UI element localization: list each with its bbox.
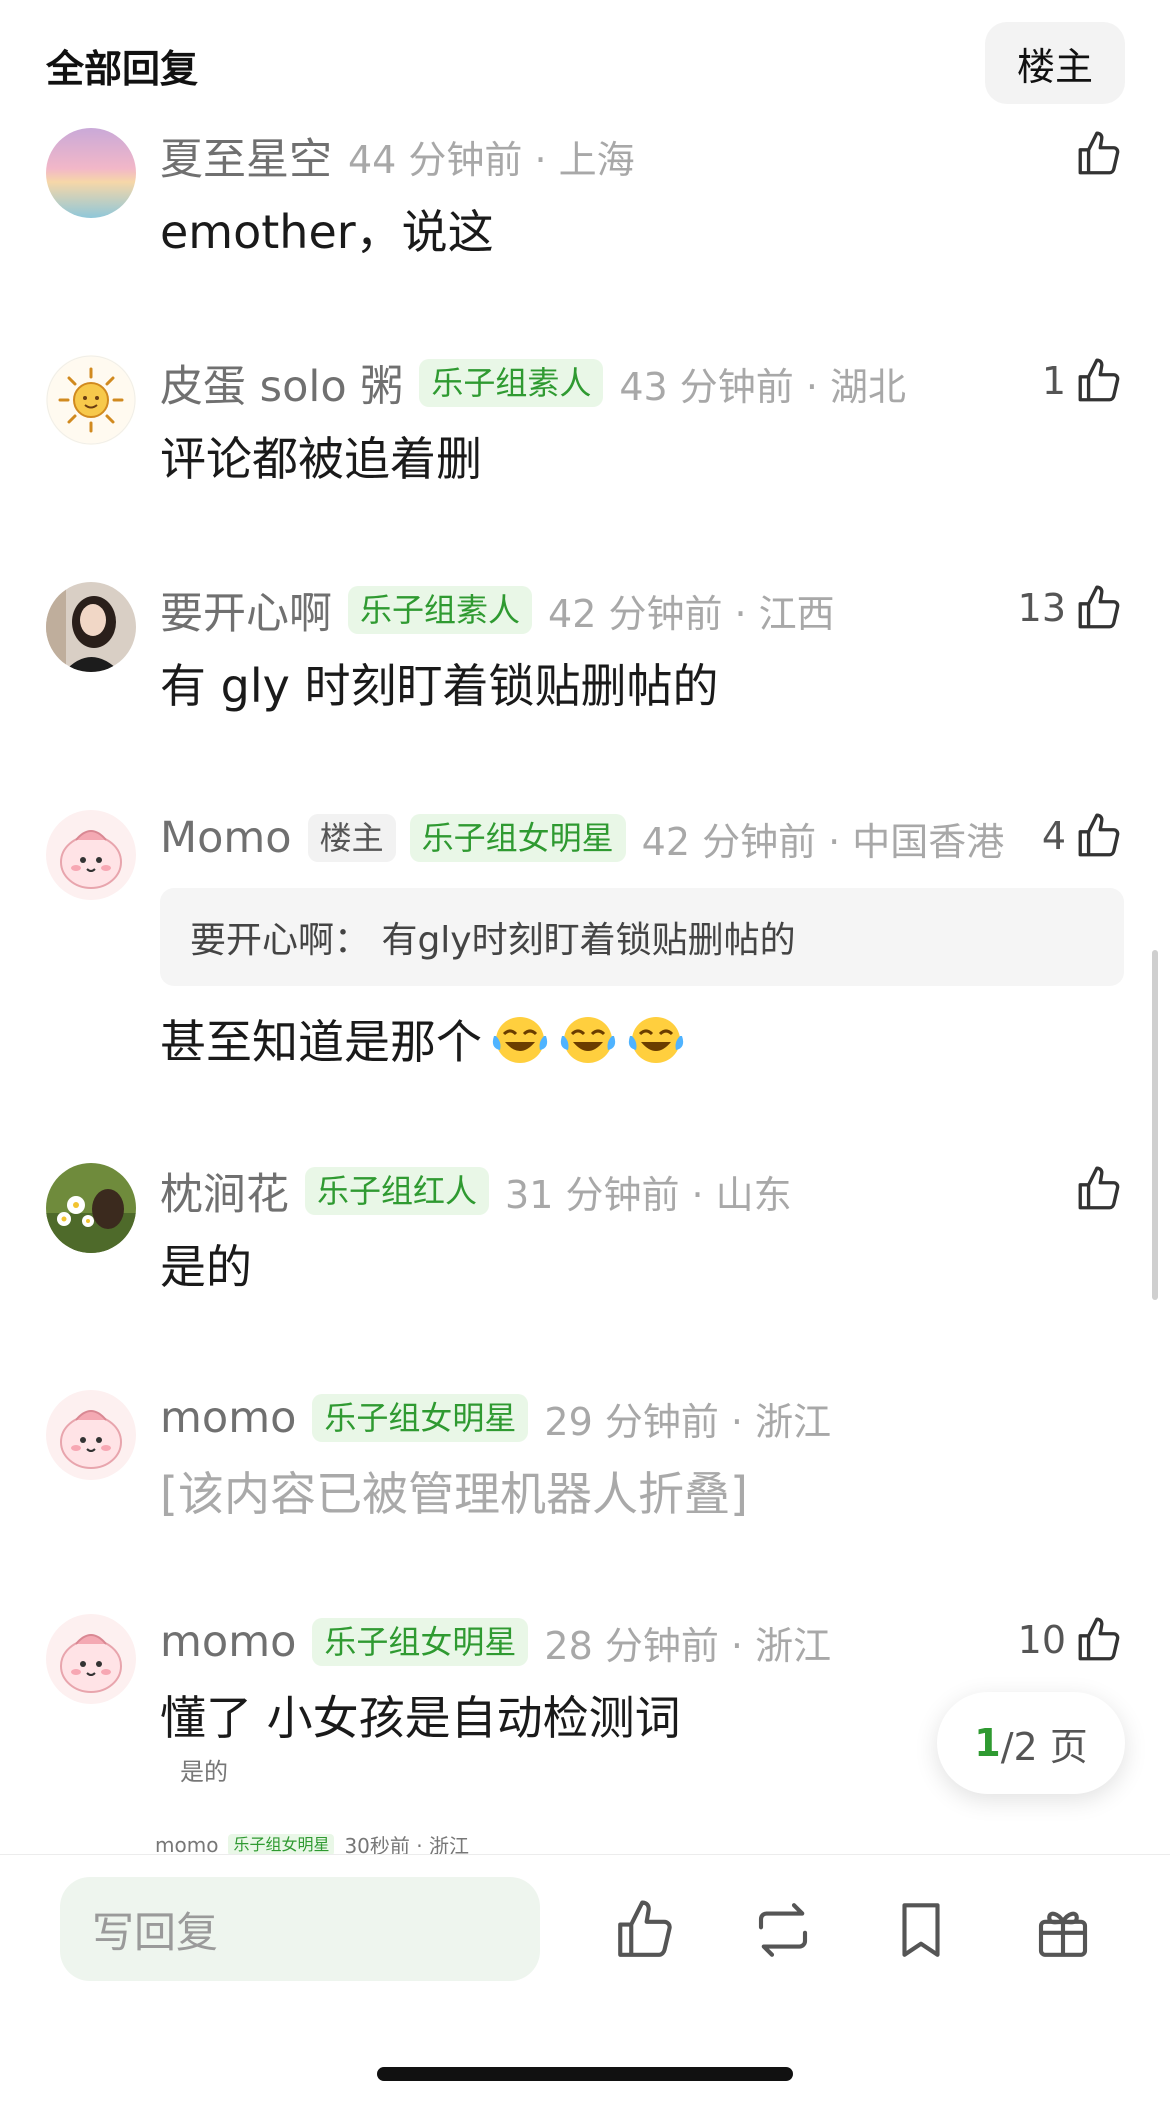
like-count: 10 — [1017, 1618, 1066, 1662]
op-only-filter-button[interactable]: 楼主 — [985, 22, 1125, 104]
laughing-tears-emoji-icon — [628, 1017, 684, 1063]
overlay-peek-text: 是的 — [180, 1758, 228, 1786]
group-badge: 乐子组素人 — [419, 359, 604, 407]
repost-icon[interactable] — [750, 1897, 816, 1963]
comment-text: 甚至知道是那个 — [160, 1006, 686, 1072]
thumbs-up-icon — [1078, 1617, 1120, 1661]
reply-input[interactable]: 写回复 — [60, 1877, 540, 1981]
thumbs-up-icon — [1078, 131, 1120, 175]
comment-text-content: 甚至知道是那个 — [160, 1015, 482, 1069]
avatar[interactable] — [46, 1163, 136, 1253]
gift-icon[interactable] — [1030, 1897, 1096, 1963]
username[interactable]: 枕涧花 — [160, 1160, 289, 1222]
bottom-action-bar: 写回复 — [0, 1854, 1170, 2103]
header: 全部回复 楼主 — [0, 0, 1170, 110]
avatar[interactable] — [46, 582, 136, 672]
avatar[interactable] — [46, 1390, 136, 1480]
avatar[interactable] — [46, 810, 136, 900]
bookmark-icon[interactable] — [888, 1897, 954, 1963]
avatar[interactable] — [46, 1614, 136, 1704]
group-badge: 乐子组女明星 — [312, 1394, 529, 1442]
total-pages-label: /2 页 — [1000, 1724, 1088, 1769]
laughing-tears-emoji-icon — [560, 1017, 616, 1063]
comment-text: emother，说这 — [160, 205, 494, 259]
username[interactable]: 夏至星空 — [160, 125, 332, 187]
like-button[interactable] — [1066, 1159, 1124, 1219]
avatar[interactable] — [46, 128, 136, 218]
avatar[interactable] — [46, 355, 136, 445]
laughing-tears-emoji-icon — [492, 1017, 548, 1063]
page-title: 全部回复 — [46, 47, 199, 91]
home-indicator[interactable] — [377, 2067, 793, 2081]
timestamp-location: 42 分钟前 · 中国香港 — [641, 819, 1005, 864]
timestamp-location: 29 分钟前 · 浙江 — [544, 1399, 832, 1444]
timestamp-location: 42 分钟前 · 江西 — [548, 591, 835, 636]
comment-text: 有 gly 时刻盯着锁贴删帖的 — [160, 659, 719, 713]
like-count: 4 — [1041, 814, 1066, 858]
folded-comment-text[interactable]: [该内容已被管理机器人折叠] — [160, 1458, 748, 1524]
peek-badge: 乐子组女明星 — [228, 1833, 335, 1856]
group-badge: 乐子组素人 — [348, 586, 533, 634]
username[interactable]: Momo — [160, 813, 292, 863]
thumbs-up-icon — [1078, 358, 1120, 402]
peek-username: momo — [155, 1832, 219, 1857]
quoted-reply[interactable]: 要开心啊： 有gly时刻盯着锁贴删帖的 — [160, 888, 1124, 986]
like-button[interactable]: 13 — [1018, 578, 1124, 638]
timestamp-location: 31 分钟前 · 山东 — [505, 1172, 792, 1217]
comment-text: 评论都被追着删 — [160, 432, 482, 486]
like-button[interactable]: 1 — [1042, 351, 1124, 411]
comment-text: 懂了 小女孩是自动检测词 — [160, 1691, 681, 1745]
group-badge: 乐子组红人 — [305, 1167, 490, 1215]
comment-text: 是的 — [160, 1240, 252, 1294]
thumbs-up-icon — [1078, 585, 1120, 629]
like-count: 13 — [1017, 586, 1066, 630]
like-button[interactable] — [1066, 124, 1124, 184]
current-page: 1 — [974, 1721, 1001, 1765]
thumbs-up-icon[interactable] — [612, 1897, 678, 1963]
thumbs-up-icon — [1078, 1166, 1120, 1210]
timestamp-location: 43 分钟前 · 湖北 — [619, 364, 906, 409]
username[interactable]: 要开心啊 — [160, 579, 332, 641]
timestamp-location: 28 分钟前 · 浙江 — [544, 1623, 832, 1668]
like-button[interactable]: 10 — [1018, 1610, 1124, 1670]
username[interactable]: momo — [160, 1393, 296, 1443]
scrollbar[interactable] — [1152, 950, 1158, 1300]
username[interactable]: 皮蛋 solo 粥 — [160, 352, 403, 414]
timestamp-location: 44 分钟前 · 上海 — [348, 137, 635, 182]
page-indicator[interactable]: 1/2 页 — [937, 1692, 1125, 1794]
like-count: 1 — [1041, 359, 1066, 403]
thumbs-up-icon — [1078, 813, 1120, 857]
username[interactable]: momo — [160, 1617, 296, 1667]
like-button[interactable]: 4 — [1042, 806, 1124, 866]
group-badge: 乐子组女明星 — [409, 814, 626, 862]
op-badge: 楼主 — [307, 814, 396, 862]
group-badge: 乐子组女明星 — [312, 1618, 529, 1666]
